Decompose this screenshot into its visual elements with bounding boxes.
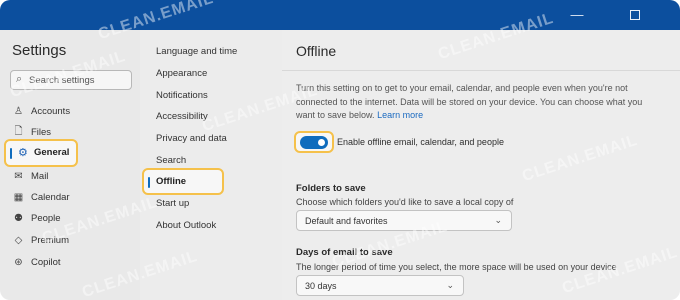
sidebar-item-label: Copilot [31, 256, 61, 268]
diamond-icon: ◇ [14, 234, 23, 246]
title-bar: — [0, 0, 680, 30]
subnav-item-notifications[interactable]: Notifications [156, 90, 208, 101]
folders-dropdown[interactable]: Default and favorites ⌄ [296, 210, 512, 231]
folders-description: Choose which folders you'd like to save … [296, 197, 514, 207]
sidebar-item-people[interactable]: ⚉ People [12, 209, 61, 227]
minimize-button[interactable]: — [568, 6, 586, 24]
minimize-icon: — [570, 7, 584, 22]
maximize-icon [630, 10, 640, 20]
file-icon: 🗋 [14, 125, 23, 137]
offline-description: Turn this setting on to get to your emai… [296, 83, 643, 120]
sidebar-item-mail[interactable]: ✉ Mail [12, 167, 48, 185]
sidebar-item-label: General [34, 147, 70, 158]
sidebar-item-copilot[interactable]: ⊛ Copilot [12, 253, 61, 271]
copilot-icon: ⊛ [14, 256, 23, 268]
subnav-item-label: Offline [156, 176, 187, 187]
calendar-icon: ▦ [13, 191, 24, 203]
sidebar-item-label: Accounts [31, 105, 71, 117]
sidebar-item-general[interactable]: ⚙ General [4, 139, 78, 167]
search-input[interactable] [29, 73, 127, 87]
settings-window: — Settings ⌕ ♙ Accounts 🗋 Files ⚙ Genera… [0, 0, 680, 300]
offline-toggle-highlight [294, 131, 334, 153]
subnav-item-accessibility[interactable]: Accessibility [156, 111, 208, 122]
sidebar-item-premium[interactable]: ◇ Premium [12, 231, 69, 249]
chevron-down-icon: ⌄ [494, 215, 502, 225]
subnav-item-offline[interactable]: Offline [142, 168, 224, 195]
page-title: Offline [296, 43, 337, 59]
maximize-button[interactable] [626, 6, 644, 24]
chevron-down-icon: ⌄ [446, 280, 454, 290]
folders-dropdown-value: Default and favorites [305, 216, 388, 226]
days-heading: Days of email to save [296, 247, 393, 258]
search-icon: ⌕ [16, 73, 23, 85]
sidebar-item-calendar[interactable]: ▦ Calendar [12, 188, 70, 206]
search-box[interactable]: ⌕ [10, 70, 132, 90]
offline-toggle-label: Enable offline email, calendar, and peop… [337, 137, 504, 147]
folders-heading: Folders to save [296, 183, 366, 194]
days-description: The longer period of time you select, th… [296, 262, 617, 272]
sidebar-item-accounts[interactable]: ♙ Accounts [12, 102, 70, 120]
days-dropdown[interactable]: 30 days ⌄ [296, 275, 464, 296]
subnav-item-search[interactable]: Search [156, 155, 186, 166]
people-icon: ⚉ [14, 212, 23, 224]
sidebar-item-label: Premium [31, 234, 70, 246]
days-dropdown-value: 30 days [305, 281, 337, 291]
toggle-knob [318, 139, 325, 146]
settings-title: Settings [12, 42, 67, 59]
sidebar-item-label: Files [31, 126, 52, 138]
subnav-item-language-and-time[interactable]: Language and time [156, 46, 237, 57]
mail-icon: ✉ [14, 170, 23, 182]
selection-indicator [10, 148, 12, 159]
sidebar-item-label: Calendar [31, 191, 70, 203]
subnav-item-about-outlook[interactable]: About Outlook [156, 220, 216, 231]
offline-toggle[interactable] [300, 136, 328, 149]
learn-more-link[interactable]: Learn more [377, 110, 423, 120]
selection-indicator [148, 177, 150, 188]
subnav-item-start-up[interactable]: Start up [156, 198, 189, 209]
gear-icon: ⚙ [18, 147, 28, 159]
sidebar-item-label: Mail [31, 170, 49, 182]
sidebar-item-label: People [31, 212, 61, 224]
subnav-item-privacy-and-data[interactable]: Privacy and data [156, 133, 227, 144]
divider [282, 70, 680, 71]
person-icon: ♙ [14, 105, 23, 117]
subnav-item-appearance[interactable]: Appearance [156, 68, 207, 79]
